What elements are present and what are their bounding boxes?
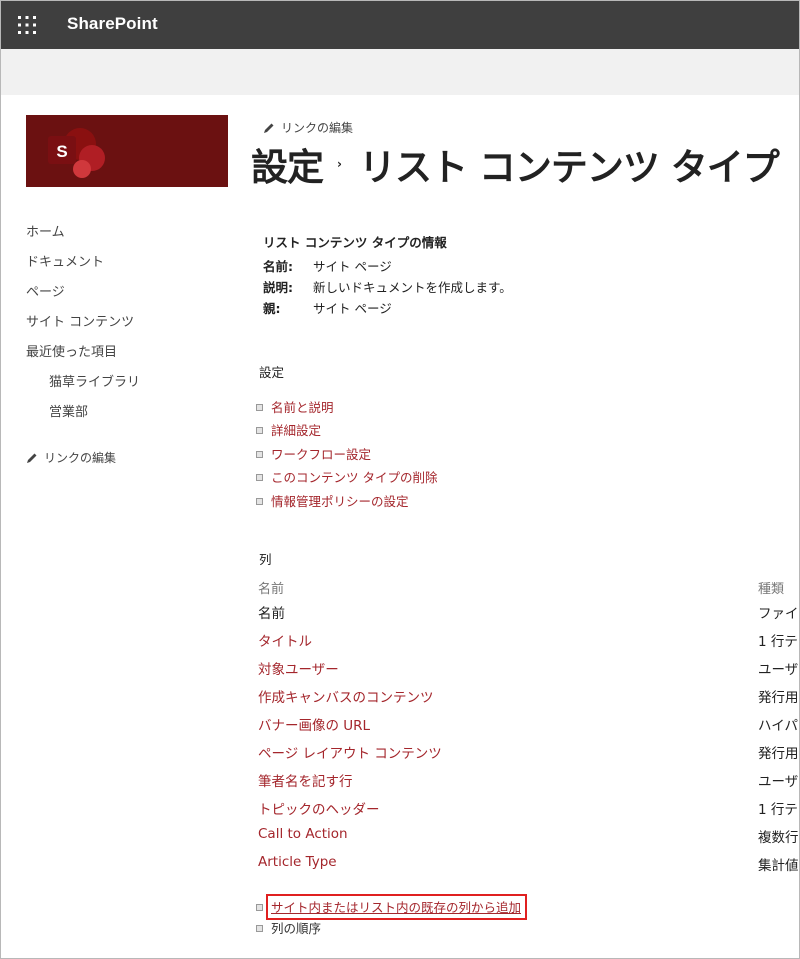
settings-link-delete-content-type[interactable]: このコンテンツ タイプの削除: [256, 467, 676, 490]
settings-heading: 設定: [259, 365, 285, 380]
info-label: 説明:: [263, 280, 293, 295]
column-name-link[interactable]: トピックのヘッダー: [258, 802, 380, 818]
column-order-link[interactable]: 列の順序: [256, 918, 676, 942]
info-value: 新しいドキュメントを作成します。: [313, 280, 512, 295]
table-row: トピックのヘッダー 1 行テ: [258, 798, 799, 826]
column-name-link[interactable]: Call to Action: [258, 826, 348, 842]
column-type: ファイル: [758, 606, 799, 622]
link-label: サイト内またはリスト内の既存の列から追加: [271, 900, 522, 915]
column-name-link[interactable]: Article Type: [258, 854, 337, 870]
settings-link-workflow[interactable]: ワークフロー設定: [256, 444, 676, 467]
link-label: 情報管理ポリシーの設定: [271, 493, 409, 509]
info-value: サイト ページ: [313, 301, 392, 316]
bullet-icon: [256, 450, 263, 458]
link-label: このコンテンツ タイプの削除: [271, 470, 438, 486]
column-type: ハイパー: [758, 718, 799, 734]
columns-table: 名前 種類 名前 ファイル タイトル 1 行テ 対象ユーザー ユーザー 作成キャ…: [258, 578, 799, 882]
svg-text:S: S: [56, 142, 67, 161]
info-row-parent: 親: サイト ページ: [263, 298, 512, 319]
pencil-icon: [264, 123, 274, 133]
nav-item-documents[interactable]: ドキュメント: [26, 253, 226, 283]
column-type: ユーザー: [758, 662, 799, 678]
column-type: 複数行: [758, 830, 799, 846]
header-edit-links-label: リンクの編集: [281, 121, 354, 135]
link-label: ワークフロー設定: [271, 446, 372, 462]
app-launcher-waffle-icon[interactable]: [15, 13, 39, 37]
info-value: サイト ページ: [313, 259, 392, 274]
column-type: 1 行テ: [758, 634, 798, 650]
page-frame: SharePoint S ホーム ドキュメント ページ サイト コンテンツ 最近…: [0, 0, 800, 959]
table-row: タイトル 1 行テ: [258, 630, 799, 658]
nav-item-recent-sales[interactable]: 営業部: [26, 403, 226, 433]
settings-link-policy[interactable]: 情報管理ポリシーの設定: [256, 491, 676, 514]
settings-link-advanced[interactable]: 詳細設定: [256, 420, 676, 443]
column-actions: サイト内またはリスト内の既存の列から追加 列の順序: [256, 894, 676, 942]
info-label: 名前:: [263, 259, 293, 274]
info-row-name: 名前: サイト ページ: [263, 256, 512, 277]
column-header-type: 種類: [758, 582, 785, 597]
table-row: ページ レイアウト コンテンツ 発行用: [258, 742, 799, 770]
column-name-link[interactable]: 対象ユーザー: [258, 662, 339, 678]
table-row: Call to Action 複数行: [258, 826, 799, 854]
link-label: 詳細設定: [271, 423, 322, 439]
column-name-link[interactable]: 筆者名を記す行: [258, 774, 353, 790]
nav-item-recent[interactable]: 最近使った項目: [26, 343, 226, 373]
settings-links: 名前と説明 詳細設定 ワークフロー設定 このコンテンツ タイプの削除 情報管理ポ…: [256, 397, 676, 514]
bullet-icon: [256, 404, 263, 411]
nav-item-pages[interactable]: ページ: [26, 283, 226, 313]
column-header-name: 名前: [258, 582, 285, 597]
pencil-icon: [27, 453, 37, 463]
column-type: 1 行テ: [758, 802, 798, 818]
columns-heading: 列: [259, 552, 272, 567]
bullet-icon: [256, 904, 263, 911]
table-row: バナー画像の URL ハイパー: [258, 714, 799, 742]
column-type: 集計値: [758, 858, 799, 874]
content-type-info: リスト コンテンツ タイプの情報 名前: サイト ページ 説明: 新しいドキュメント…: [263, 232, 512, 319]
nav-edit-links-label: リンクの編集: [44, 451, 117, 465]
add-existing-column-link[interactable]: サイト内またはリスト内の既存の列から追加: [256, 894, 676, 920]
column-type: ユーザー: [758, 774, 799, 790]
link-label: 名前と説明: [271, 400, 334, 415]
suite-bar: SharePoint: [1, 1, 799, 49]
column-name-link[interactable]: タイトル: [258, 634, 312, 650]
site-logo[interactable]: S: [26, 115, 228, 187]
settings-link-name-description[interactable]: 名前と説明: [256, 397, 676, 420]
breadcrumb-settings[interactable]: 設定: [251, 137, 324, 191]
table-row: 名前 ファイル: [258, 602, 799, 630]
nav-item-home[interactable]: ホーム: [26, 223, 226, 253]
nav-item-site-contents[interactable]: サイト コンテンツ: [26, 313, 226, 343]
column-name-link[interactable]: バナー画像の URL: [258, 718, 370, 734]
info-row-description: 説明: 新しいドキュメントを作成します。: [263, 277, 512, 298]
info-title: リスト コンテンツ タイプの情報: [263, 235, 447, 250]
table-row: Article Type 集計値: [258, 854, 799, 882]
info-label: 親:: [263, 301, 281, 316]
column-type: 発行用: [758, 746, 799, 762]
sharepoint-logo-icon: S: [48, 128, 105, 178]
bullet-icon: [256, 474, 263, 482]
columns-table-header: 名前 種類: [258, 578, 799, 602]
app-name[interactable]: SharePoint: [67, 14, 158, 34]
page-title: 設定 › リスト コンテンツ タイプ: [251, 137, 780, 191]
nav-item-recent-catgrass-library[interactable]: 猫草ライブラリ: [26, 373, 226, 403]
nav-edit-links[interactable]: リンクの編集: [26, 449, 116, 466]
header-edit-links[interactable]: リンクの編集: [263, 119, 353, 136]
breadcrumb-separator-icon: ›: [337, 157, 342, 171]
bullet-icon: [256, 497, 263, 505]
column-name-link[interactable]: ページ レイアウト コンテンツ: [258, 746, 442, 762]
table-row: 対象ユーザー ユーザー: [258, 658, 799, 686]
bullet-icon: [256, 427, 263, 435]
column-type: 発行用: [758, 690, 799, 706]
command-bar: [1, 49, 799, 95]
highlight-box: サイト内またはリスト内の既存の列から追加: [266, 894, 528, 920]
quick-launch-nav: ホーム ドキュメント ページ サイト コンテンツ 最近使った項目 猫草ライブラリ…: [26, 223, 226, 433]
table-row: 作成キャンバスのコンテンツ 発行用: [258, 686, 799, 714]
column-name: 名前: [258, 606, 285, 622]
link-label: 列の順序: [271, 921, 322, 936]
breadcrumb-current: リスト コンテンツ タイプ: [358, 146, 780, 189]
table-row: 筆者名を記す行 ユーザー: [258, 770, 799, 798]
column-name-link[interactable]: 作成キャンバスのコンテンツ: [258, 690, 434, 706]
bullet-icon: [256, 925, 263, 932]
